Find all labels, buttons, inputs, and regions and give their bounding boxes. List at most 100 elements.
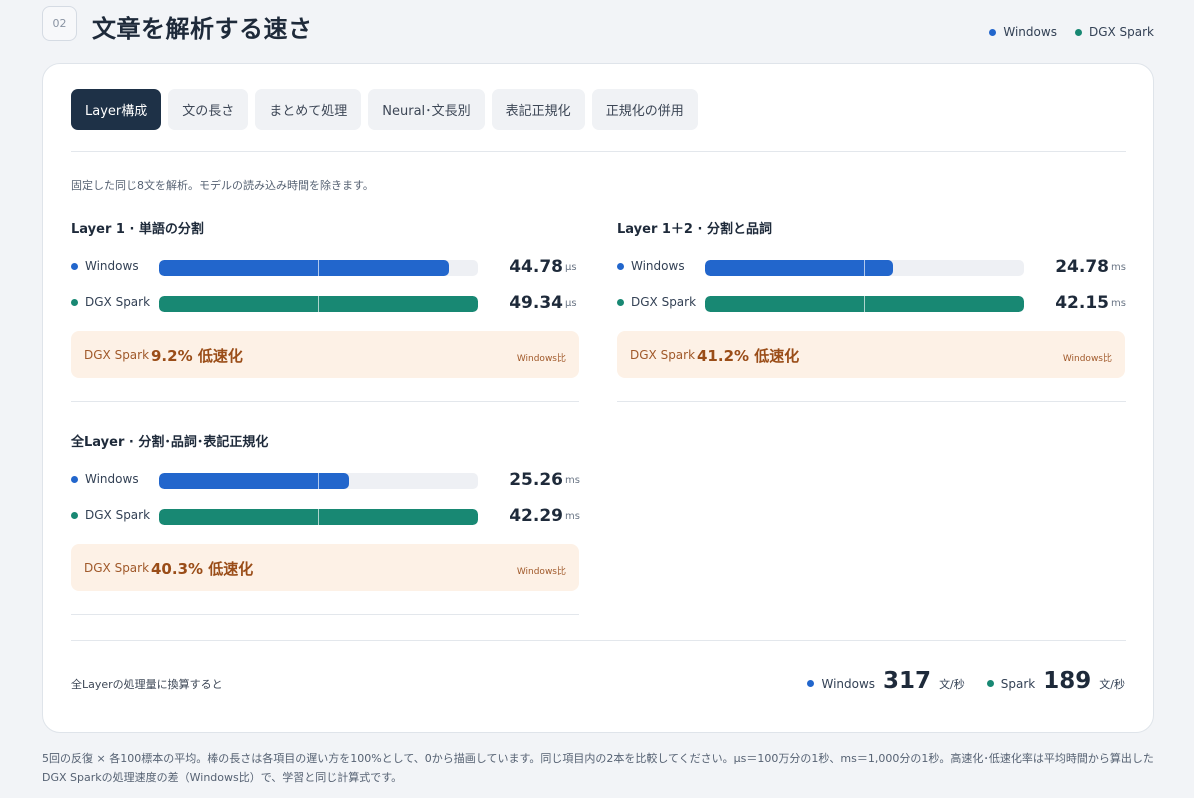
bar-value: 24.78 <box>1055 257 1109 277</box>
tab-normalization[interactable]: 表記正規化 <box>491 89 585 130</box>
throughput-summary: Windows 317 文/秒 Spark 189 文/秒 <box>785 668 1125 694</box>
bar-label: DGX Spark <box>617 295 696 309</box>
bar-value: 42.15 <box>1055 293 1109 313</box>
bar-track <box>159 473 478 489</box>
bar-track <box>159 509 478 525</box>
throughput-name: Windows <box>821 677 876 691</box>
legend: Windows DGX Spark <box>971 25 1154 39</box>
spark-dot-icon <box>71 511 78 519</box>
panel-all-layers: 全Layer · 分割･品詞･表記正規化 Windows 25.26 ms DG… <box>71 431 580 591</box>
legend-label: Windows <box>1003 25 1057 39</box>
throughput-windows: Windows 317 文/秒 <box>807 668 965 694</box>
bar-midline <box>864 260 865 276</box>
bar-track <box>159 296 478 312</box>
tab-bar: Layer構成 文の長さ まとめて処理 Neural･文長別 表記正規化 正規化… <box>71 89 705 130</box>
comparison-subject: DGX Spark <box>84 348 150 362</box>
throughput-unit: 文/秒 <box>1099 678 1125 691</box>
bar-value: 44.78 <box>509 257 563 277</box>
panel-layer1-2: Layer 1＋2 · 分割と品詞 Windows 24.78 ms DGX S… <box>617 218 1126 378</box>
bar-midline <box>318 260 319 276</box>
legend-item-windows: Windows <box>989 25 1057 39</box>
page-title: 文章を解析する速さ <box>92 15 313 43</box>
bar-row-windows: Windows 24.78 ms <box>617 257 1126 277</box>
tab-layer-config[interactable]: Layer構成 <box>71 89 162 130</box>
spark-dot-icon <box>986 680 994 687</box>
bar-unit: ms <box>565 475 580 486</box>
throughput-name: Spark <box>1000 677 1036 691</box>
comparison-box: DGX Spark 9.2% 低速化 Windows比 <box>71 331 579 378</box>
bar-midline <box>318 296 319 312</box>
comparison-basis: Windows比 <box>1062 354 1112 364</box>
throughput-spark: Spark 189 文/秒 <box>986 668 1125 694</box>
bar-label-text: DGX Spark <box>85 508 151 522</box>
bar-label-text: Windows <box>85 472 139 486</box>
throughput-unit: 文/秒 <box>939 678 965 691</box>
throughput-label: 全Layerの処理量に換算すると <box>71 678 223 691</box>
benchmark-card: Layer構成 文の長さ まとめて処理 Neural･文長別 表記正規化 正規化… <box>42 63 1154 733</box>
bar-unit: ms <box>1111 298 1126 309</box>
bar-midline <box>318 509 319 525</box>
bar-row-windows: Windows 44.78 μs <box>71 257 579 277</box>
comparison-result: 40.3% 低速化 <box>151 560 254 578</box>
bar-row-dgx-spark: DGX Spark 49.34 μs <box>71 293 579 313</box>
comparison-box: DGX Spark 40.3% 低速化 Windows比 <box>71 544 579 591</box>
bar-label-text: Windows <box>85 259 139 273</box>
throughput-value: 189 <box>1043 668 1092 694</box>
comparison-subject: DGX Spark <box>84 561 150 575</box>
tab-sentence-length[interactable]: 文の長さ <box>168 89 249 130</box>
bar-track <box>705 296 1024 312</box>
divider <box>71 640 1126 641</box>
bar-midline <box>864 296 865 312</box>
legend-label: DGX Spark <box>1088 25 1154 39</box>
section-header: 02 文章を解析する速さ Windows DGX Spark <box>42 6 1154 43</box>
panel-title: Layer 1 · 単語の分割 <box>71 222 204 237</box>
windows-bar <box>159 260 449 276</box>
bar-value: 49.34 <box>509 293 563 313</box>
bar-track <box>705 260 1024 276</box>
bar-unit: ms <box>565 511 580 522</box>
windows-dot-icon <box>617 262 624 270</box>
bar-midline <box>318 473 319 489</box>
comparison-result: 9.2% 低速化 <box>151 347 243 365</box>
tab-neural-by-length[interactable]: Neural･文長別 <box>368 89 485 130</box>
throughput-value: 317 <box>883 668 932 694</box>
bar-value: 42.29 <box>509 506 563 526</box>
comparison-result: 41.2% 低速化 <box>697 347 800 365</box>
bar-track <box>159 260 478 276</box>
bar-label: DGX Spark <box>71 295 150 309</box>
tab-batch-processing[interactable]: まとめて処理 <box>255 89 362 130</box>
comparison-box: DGX Spark 41.2% 低速化 Windows比 <box>617 331 1125 378</box>
bar-value: 25.26 <box>509 470 563 490</box>
bar-row-dgx-spark: DGX Spark 42.15 ms <box>617 293 1126 313</box>
windows-dot-icon <box>989 28 997 36</box>
bar-label-text: Windows <box>631 259 685 273</box>
bar-row-windows: Windows 25.26 ms <box>71 470 580 490</box>
bar-unit: ms <box>1111 262 1126 273</box>
spark-dot-icon <box>617 298 624 306</box>
bar-unit: μs <box>565 298 577 309</box>
windows-dot-icon <box>807 680 815 687</box>
divider <box>617 401 1126 402</box>
divider <box>71 151 1126 152</box>
bar-label: DGX Spark <box>71 508 150 522</box>
comparison-subject: DGX Spark <box>630 348 696 362</box>
section-number-badge: 02 <box>42 6 77 41</box>
spark-dot-icon <box>71 298 78 306</box>
bar-label: Windows <box>617 259 685 273</box>
bar-unit: μs <box>565 262 577 273</box>
legend-item-dgx-spark: DGX Spark <box>1074 25 1154 39</box>
measurement-note: 固定した同じ8文を解析。モデルの読み込み時間を除きます。 <box>71 179 374 192</box>
bar-row-dgx-spark: DGX Spark 42.29 ms <box>71 506 580 526</box>
bar-label: Windows <box>71 472 139 486</box>
bar-label-text: DGX Spark <box>631 295 697 309</box>
tab-normalization-combined[interactable]: 正規化の併用 <box>591 89 698 130</box>
footnote: 5回の反復 × 各100標本の平均。棒の長さは各項目の遅い方を100%として、0… <box>42 752 1154 784</box>
windows-bar <box>159 473 350 489</box>
divider <box>71 614 579 615</box>
spark-dot-icon <box>1074 28 1082 36</box>
windows-dot-icon <box>71 262 78 270</box>
comparison-basis: Windows比 <box>516 354 566 364</box>
comparison-basis: Windows比 <box>516 567 566 577</box>
divider <box>71 401 579 402</box>
bar-label-text: DGX Spark <box>85 295 151 309</box>
